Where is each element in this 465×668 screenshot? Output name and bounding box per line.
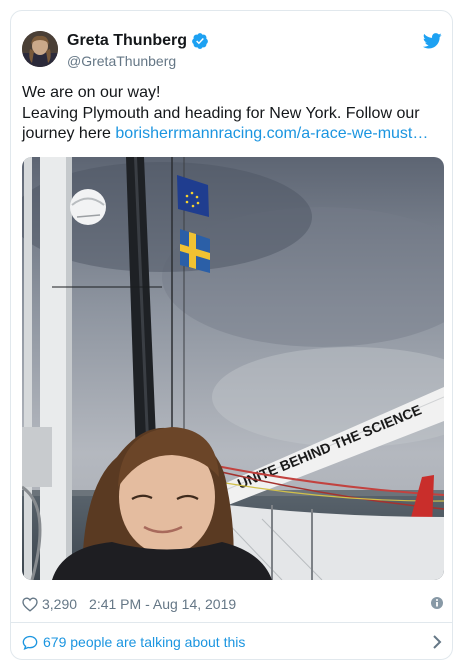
- author-name-row[interactable]: Greta Thunberg: [67, 32, 209, 50]
- author-avatar[interactable]: [22, 31, 58, 67]
- info-icon[interactable]: [430, 596, 444, 610]
- tweet-timestamp[interactable]: 2:41 PM - Aug 14, 2019: [89, 596, 236, 612]
- heart-icon: [22, 596, 38, 612]
- chevron-right-icon: [433, 635, 442, 649]
- divider: [11, 622, 452, 623]
- tweet-photo[interactable]: UNITE BEHIND THE SCIENCE: [22, 157, 444, 580]
- tweet-card: Greta Thunberg @GretaThunberg We are on …: [10, 10, 453, 660]
- tweet-meta: 3,290 2:41 PM - Aug 14, 2019: [22, 594, 444, 614]
- tweet-text-line-3: journey here borisherrmannracing.com/a-r…: [22, 124, 442, 145]
- like-button[interactable]: 3,290: [22, 596, 77, 612]
- author-name[interactable]: Greta Thunberg: [67, 32, 187, 50]
- tweet-text-line-3-prefix: journey here: [22, 125, 116, 142]
- conversation-text: 679 people are talking about this: [43, 634, 246, 650]
- conversation-link[interactable]: 679 people are talking about this: [22, 631, 444, 653]
- tweet-text-line-2: Leaving Plymouth and heading for New Yor…: [22, 104, 420, 122]
- avatar-photo-icon: [22, 31, 58, 67]
- tweet-link[interactable]: borisherrmannracing.com/a-race-we-must…: [115, 125, 428, 142]
- tweet-text-line-1: We are on our way!: [22, 84, 161, 101]
- verified-badge-icon: [192, 33, 208, 49]
- tweet-text: We are on our way! Leaving Plymouth and …: [22, 83, 442, 145]
- selfie-sailboat-photo-icon: UNITE BEHIND THE SCIENCE: [22, 157, 444, 580]
- twitter-bird-icon[interactable]: [423, 33, 442, 49]
- like-count: 3,290: [42, 596, 78, 612]
- author-handle[interactable]: @GretaThunberg: [67, 53, 176, 69]
- speech-bubble-icon: [22, 635, 38, 650]
